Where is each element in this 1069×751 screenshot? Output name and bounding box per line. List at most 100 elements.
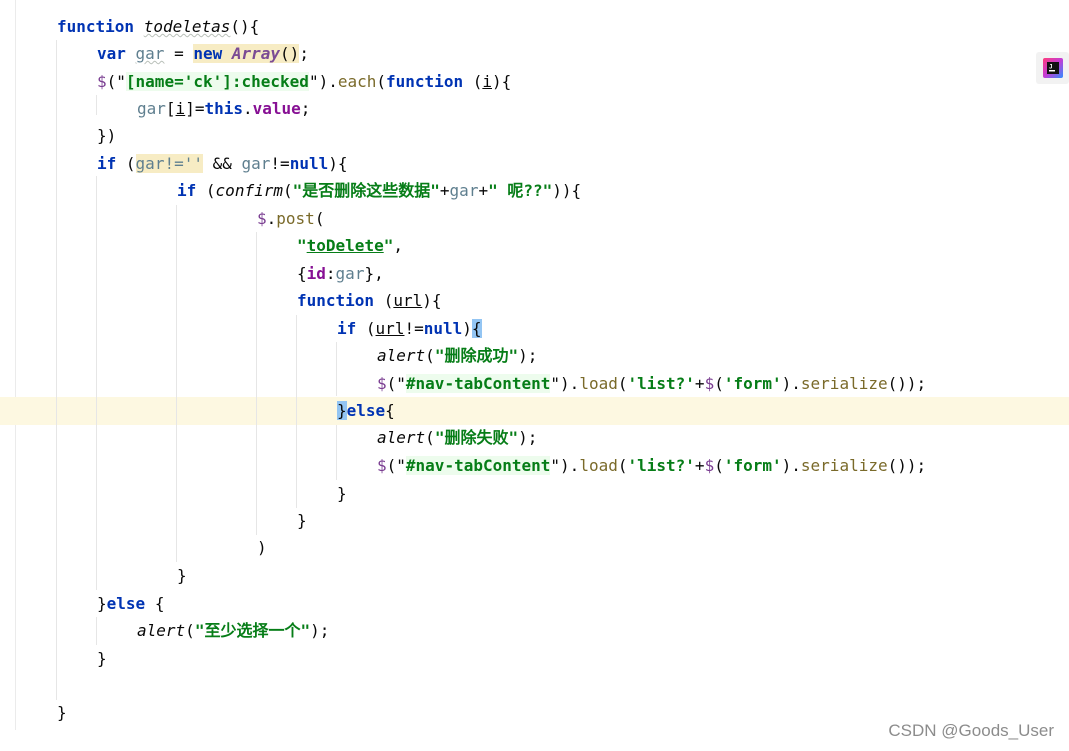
- indent-guide: [296, 315, 297, 508]
- code-token: !=: [404, 319, 424, 338]
- code-line[interactable]: }: [297, 507, 307, 535]
- code-token: [: [165, 99, 176, 118]
- code-token: $: [704, 456, 715, 475]
- code-token: {: [297, 264, 307, 283]
- code-line[interactable]: }: [57, 699, 67, 727]
- code-token: gar: [241, 154, 271, 173]
- code-line[interactable]: alert("删除失败");: [377, 424, 537, 452]
- code-token: ;: [300, 99, 311, 118]
- code-token: (: [205, 181, 216, 200]
- code-token: #nav-tabContent: [405, 456, 551, 475]
- code-token: function: [297, 291, 384, 310]
- code-line[interactable]: $("#nav-tabContent").load('list?'+$('for…: [377, 370, 926, 398]
- code-token: post: [276, 209, 315, 228]
- code-token: Array: [231, 44, 281, 63]
- indent-guide: [176, 205, 177, 562]
- code-token: each: [337, 72, 377, 91]
- code-token: {: [385, 401, 395, 420]
- code-line[interactable]: }: [97, 645, 107, 673]
- code-line[interactable]: }: [337, 480, 347, 508]
- code-line[interactable]: var gar = new Array();: [97, 40, 309, 68]
- code-token: ).: [781, 374, 801, 393]
- code-token: .: [266, 209, 277, 228]
- code-token: }: [57, 703, 67, 722]
- code-token: (: [282, 181, 293, 200]
- code-token: $: [704, 374, 715, 393]
- code-line[interactable]: }): [97, 122, 116, 150]
- code-token: #nav-tabContent: [405, 374, 551, 393]
- code-token: alert: [137, 621, 186, 640]
- current-line-highlight: [0, 397, 1069, 425]
- code-token: );: [518, 428, 538, 447]
- code-token: .: [242, 99, 253, 118]
- code-token: var: [97, 44, 136, 63]
- code-line[interactable]: ): [257, 534, 267, 562]
- code-token: "删除成功": [434, 346, 519, 365]
- code-line[interactable]: $("[name='ck']:checked").each(function (…: [97, 68, 511, 96]
- code-token: ){: [492, 72, 512, 91]
- code-token: alert: [377, 346, 426, 365]
- code-token: );: [310, 621, 330, 640]
- code-line[interactable]: gar[i]=this.value;: [137, 95, 310, 123]
- code-token: (: [185, 621, 195, 640]
- code-line[interactable]: if (confirm("是否删除这些数据"+gar+" 呢??")){: [177, 177, 581, 205]
- code-line[interactable]: {id:gar},: [297, 260, 384, 288]
- code-line[interactable]: function todeletas(){: [57, 13, 259, 41]
- code-line[interactable]: $.post(: [257, 205, 324, 233]
- code-editor[interactable]: function todeletas(){var gar = new Array…: [0, 0, 1069, 751]
- code-token: toDelete: [306, 236, 384, 255]
- code-token: id: [306, 264, 326, 283]
- code-token: i: [175, 99, 186, 118]
- code-token: +: [694, 456, 705, 475]
- code-token: (): [280, 44, 300, 63]
- code-token: if: [177, 181, 206, 200]
- code-line[interactable]: if (url!=null){: [337, 315, 482, 343]
- code-line[interactable]: $("#nav-tabContent").load('list?'+$('for…: [377, 452, 926, 480]
- code-token: 'form': [723, 374, 782, 393]
- code-token: ").: [550, 374, 580, 393]
- code-line[interactable]: }else {: [97, 590, 164, 618]
- indent-guide: [56, 40, 57, 700]
- code-token: )){: [552, 181, 582, 200]
- code-token: }: [97, 649, 107, 668]
- code-token: (){: [230, 17, 260, 36]
- code-token: (": [106, 72, 126, 91]
- code-token: i: [482, 72, 492, 91]
- code-token: ,: [393, 236, 403, 255]
- code-token: null: [423, 319, 463, 338]
- code-token: +: [439, 181, 450, 200]
- code-token: (: [472, 72, 483, 91]
- code-line[interactable]: alert("至少选择一个");: [137, 617, 329, 645]
- jetbrains-ai-icon[interactable]: J: [1036, 52, 1069, 84]
- svg-text:J: J: [1049, 64, 1053, 71]
- code-token: ").: [550, 456, 580, 475]
- code-token: (: [125, 154, 136, 173]
- code-token: "是否删除这些数据": [292, 181, 440, 200]
- code-token: );: [518, 346, 538, 365]
- code-token: [name='ck']:checked: [125, 72, 309, 91]
- code-token: if: [337, 319, 366, 338]
- code-token: " 呢??": [488, 181, 553, 200]
- code-token: ): [257, 538, 267, 557]
- code-token: "删除失败": [434, 428, 519, 447]
- code-line[interactable]: if (gar!='' && gar!=null){: [97, 150, 347, 178]
- code-token: ).: [781, 456, 801, 475]
- code-line[interactable]: }else{: [337, 397, 395, 425]
- code-token: gar: [135, 44, 165, 63]
- code-token: (: [314, 209, 325, 228]
- code-token: +: [694, 374, 705, 393]
- code-line[interactable]: alert("删除成功");: [377, 342, 537, 370]
- code-token: &&: [202, 154, 242, 173]
- code-token: (": [386, 374, 406, 393]
- code-line[interactable]: "toDelete",: [297, 232, 403, 260]
- code-line[interactable]: }: [177, 562, 187, 590]
- code-token: ): [462, 319, 472, 338]
- code-token: $: [377, 374, 387, 393]
- code-token: (: [383, 291, 394, 310]
- code-token: ": [383, 236, 394, 255]
- code-token: load: [579, 374, 618, 393]
- code-line[interactable]: function (url){: [297, 287, 442, 315]
- code-token: gar: [449, 181, 479, 200]
- code-token: load: [579, 456, 618, 475]
- code-token: }: [177, 566, 187, 585]
